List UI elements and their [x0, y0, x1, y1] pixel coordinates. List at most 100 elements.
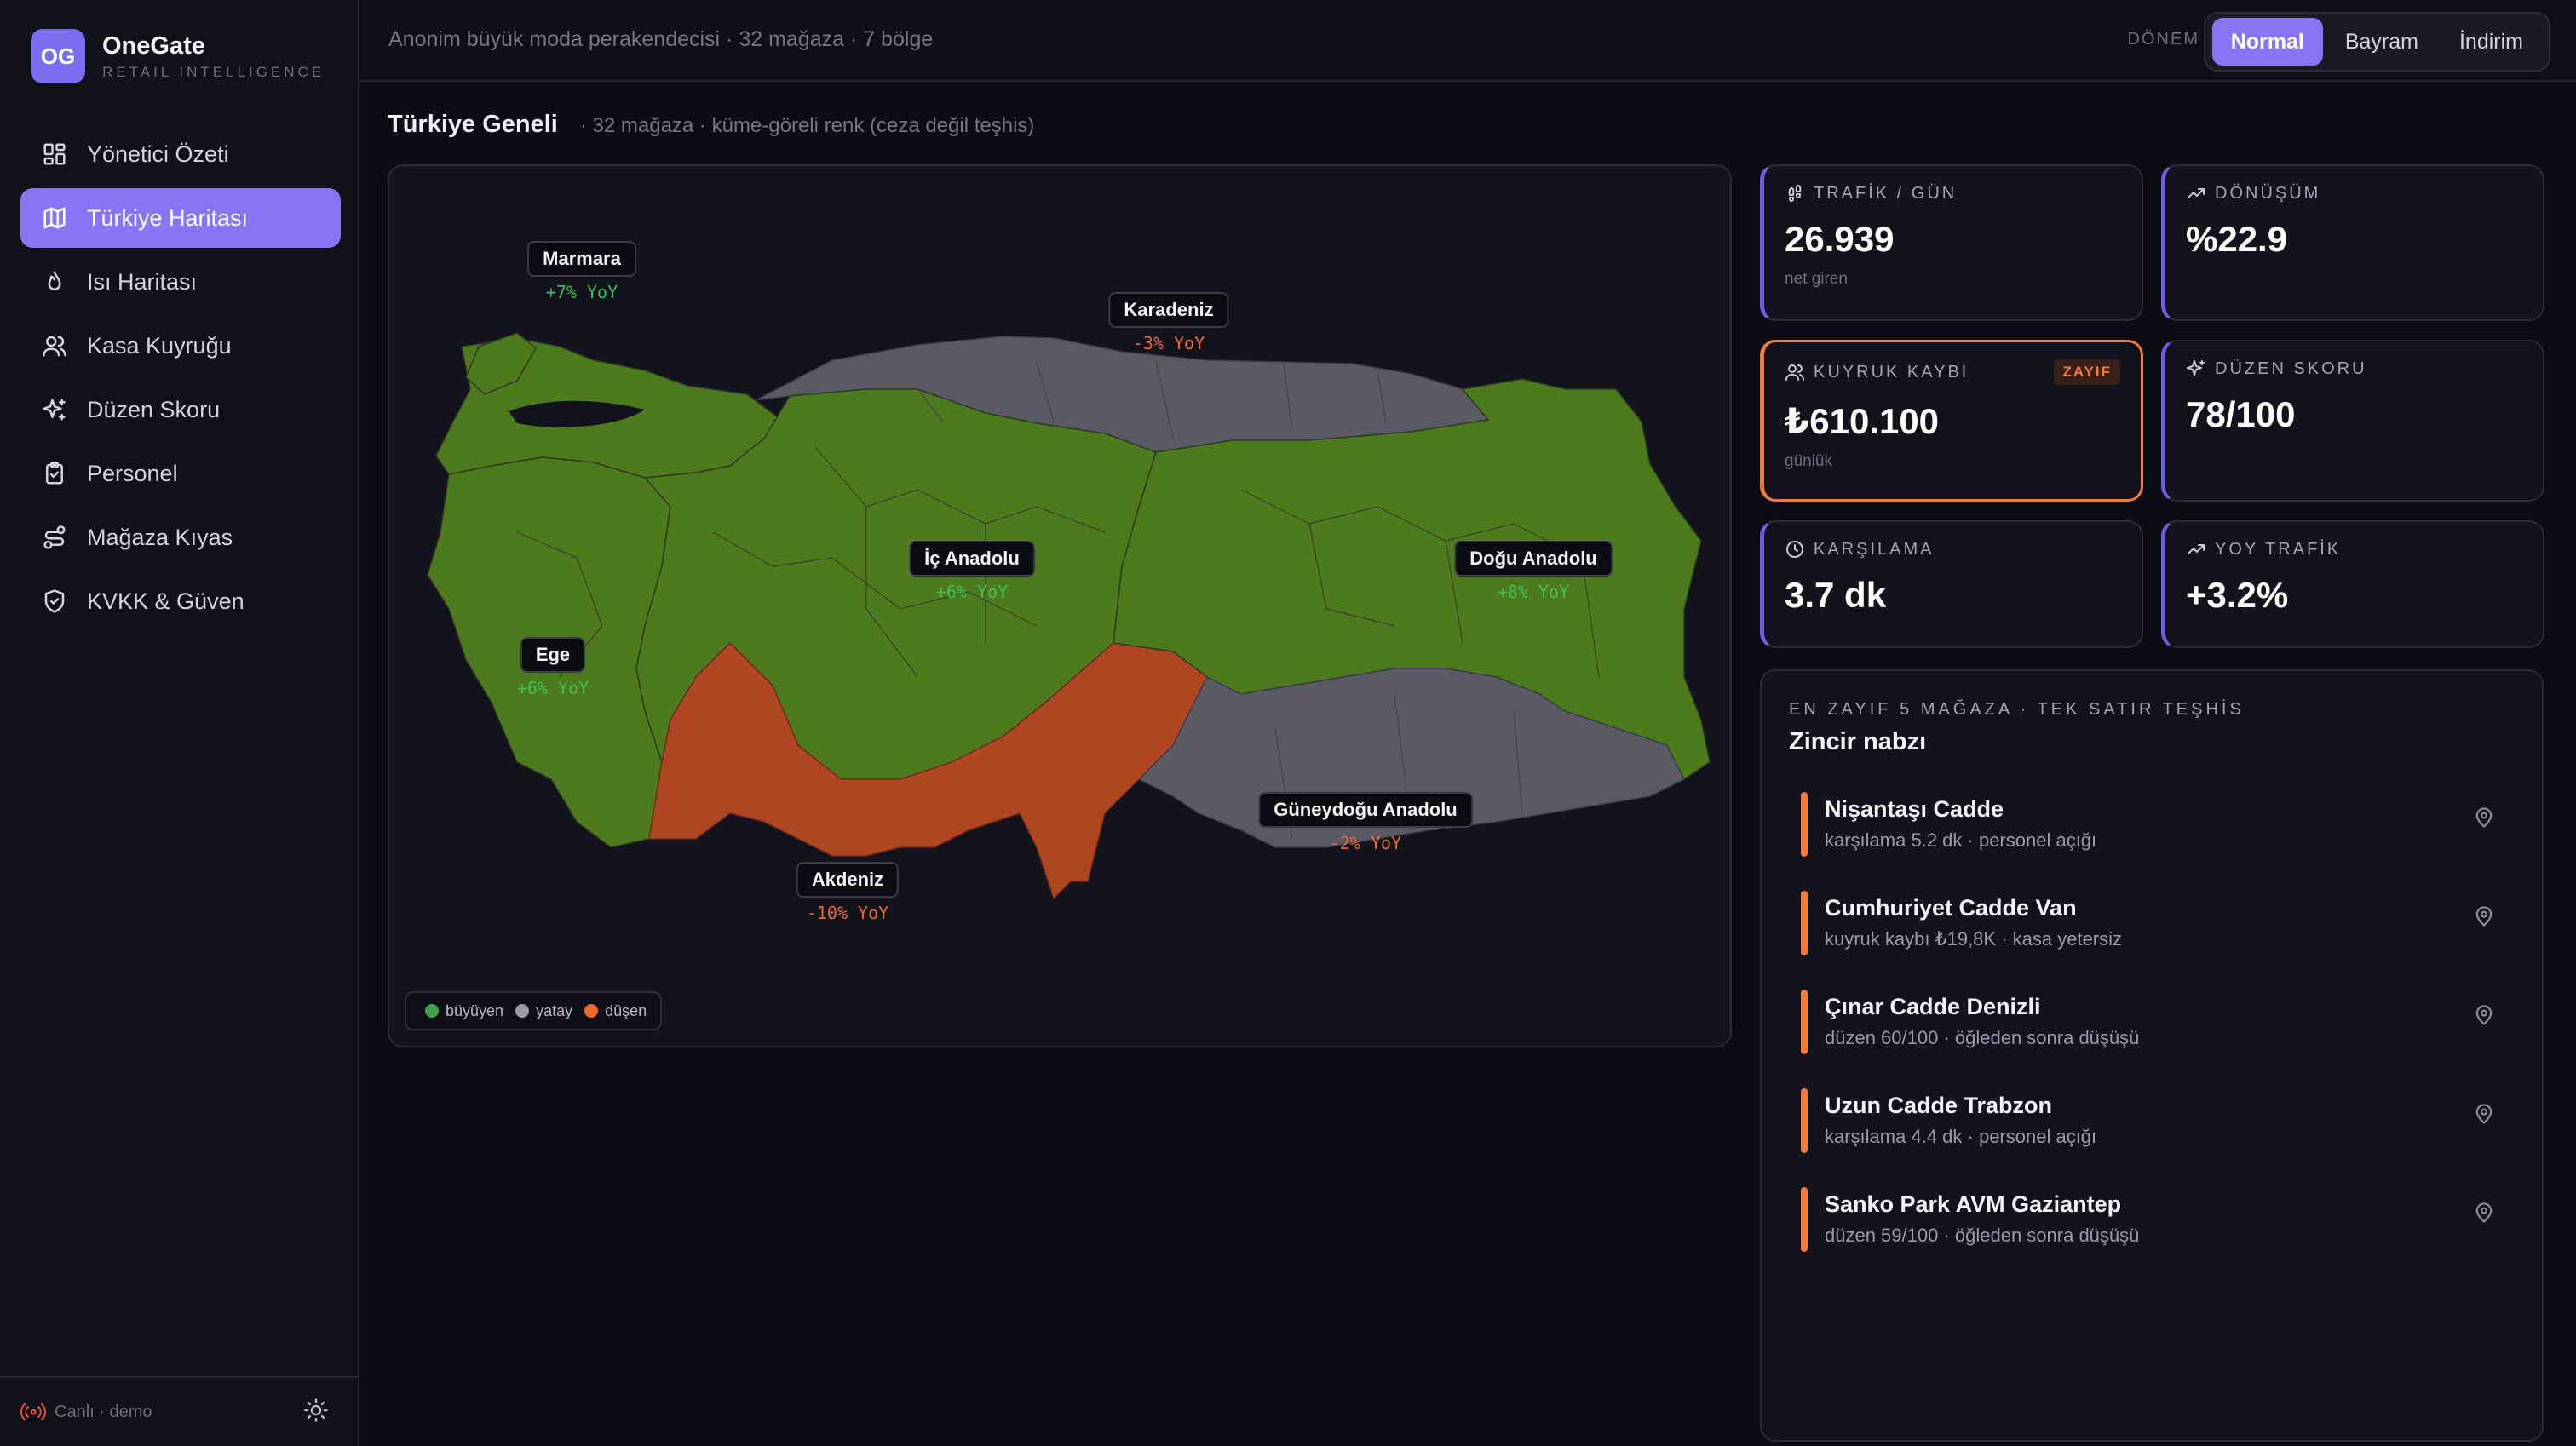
- brand-name: OneGate: [102, 32, 205, 60]
- sidebar-item-heatmap[interactable]: Isı Haritası: [20, 252, 341, 312]
- kpi-label-text: DÖNÜŞÜM: [2215, 183, 2321, 203]
- sidebar-item-turkey-map[interactable]: Türkiye Haritası: [20, 188, 341, 248]
- kpi-label-text: DÜZEN SKORU: [2215, 359, 2367, 378]
- severity-bar: [1801, 891, 1808, 955]
- users-icon: [41, 332, 68, 359]
- severity-bar: [1801, 990, 1808, 1054]
- footprints-icon: [1788, 185, 1802, 202]
- list-item[interactable]: Nişantaşı Cadde karşılama 5.2 dk · perso…: [1789, 782, 2515, 881]
- sun-icon[interactable]: [303, 1397, 329, 1427]
- sidebar-item-label: Yönetici Özeti: [87, 141, 229, 167]
- list-item[interactable]: Uzun Cadde Trabzon karşılama 4.4 dk · pe…: [1789, 1078, 2515, 1177]
- region-label-guneydogu-anadolu: Güneydoğu Anadolu -2% YoY: [1258, 792, 1473, 853]
- weakest-list: Nişantaşı Cadde karşılama 5.2 dk · perso…: [1789, 782, 2515, 1276]
- store-name: Çınar Cadde Denizli: [1825, 993, 2041, 1019]
- kpi-yoy-traffic[interactable]: YOY TRAFİK +3.2%: [2161, 520, 2544, 648]
- kpi-value: 26.939: [1785, 219, 1895, 259]
- kpi-label-text: TRAFİK / GÜN: [1814, 183, 1958, 203]
- weakest-stores-card: EN ZAYIF 5 MAĞAZA · TEK SATIR TEŞHİS Zin…: [1760, 669, 2544, 1442]
- period-normal-button[interactable]: Normal: [2211, 18, 2323, 66]
- clock-icon: [1786, 541, 1803, 558]
- store-name: Cumhuriyet Cadde Van: [1825, 894, 2077, 921]
- region-yoy: -2% YoY: [1329, 833, 1402, 853]
- sidebar-item-label: Kasa Kuyruğu: [87, 332, 232, 359]
- kpi-label-text: KUYRUK KAYBI: [1814, 362, 1969, 382]
- region-label-karadeniz: Karadeniz -3% YoY: [1108, 292, 1229, 353]
- list-item[interactable]: Sanko Park AVM Gaziantep düzen 59/100 · …: [1789, 1177, 2515, 1276]
- legend-dot-flat: [515, 1004, 530, 1018]
- region-yoy: +8% YoY: [1497, 582, 1570, 602]
- sidebar-nav: Yönetici Özeti Türkiye Haritası Isı Hari…: [20, 124, 341, 635]
- legend-flat: yatay: [536, 1001, 573, 1019]
- sidebar-item-store-compare[interactable]: Mağaza Kıyas: [20, 508, 341, 567]
- period-bayram-button[interactable]: Bayram: [2326, 18, 2437, 66]
- map-pin-icon[interactable]: [2472, 806, 2496, 834]
- store-diagnosis: karşılama 5.2 dk · personel açığı: [1825, 829, 2097, 851]
- region-name: Karadeniz: [1108, 292, 1229, 328]
- sidebar-item-label: Personel: [87, 460, 178, 486]
- region-yoy: -10% YoY: [806, 903, 889, 923]
- period-indirim-button[interactable]: İndirim: [2441, 18, 2542, 66]
- brand-logo: OG: [31, 29, 85, 83]
- legend-dot-growing: [425, 1004, 439, 1018]
- kpi-greeting-time[interactable]: KARŞILAMA 3.7 dk: [1760, 520, 2143, 648]
- region-name: Doğu Anadolu: [1454, 541, 1613, 577]
- store-name: Nişantaşı Cadde: [1825, 795, 2004, 822]
- region-label-ic-anadolu: İç Anadolu +6% YoY: [909, 541, 1035, 602]
- trending-up-icon: [2188, 544, 2205, 554]
- kpi-conversion[interactable]: DÖNÜŞÜM %22.9: [2161, 164, 2544, 321]
- kpi-value: 3.7 dk: [1785, 575, 1887, 615]
- kpi-traffic-per-day[interactable]: TRAFİK / GÜN 26.939 net giren: [1760, 164, 2143, 321]
- brand[interactable]: OG OneGate RETAIL INTELLIGENCE: [31, 29, 325, 83]
- page-subtitle: · 32 mağaza · küme-göreli renk (ceza değ…: [579, 114, 1035, 137]
- sidebar-item-label: Mağaza Kıyas: [87, 524, 233, 550]
- severity-bar: [1801, 1088, 1808, 1153]
- kpi-queue-loss[interactable]: KUYRUK KAYBI ZAYIF ₺610.100 günlük: [1760, 340, 2143, 502]
- sidebar-item-staff[interactable]: Personel: [20, 444, 341, 503]
- map-pin-icon[interactable]: [2472, 1201, 2496, 1229]
- map-icon: [41, 204, 68, 232]
- store-diagnosis: karşılama 4.4 dk · personel açığı: [1825, 1125, 2097, 1147]
- shield-check-icon: [41, 588, 68, 615]
- region-label-akdeniz: Akdeniz -10% YoY: [796, 862, 900, 923]
- kpi-sub: net giren: [1785, 270, 1848, 288]
- legend-dot-declining: [584, 1004, 599, 1018]
- sidebar-item-label: KVKK & Güven: [87, 588, 244, 614]
- severity-bar: [1801, 792, 1808, 857]
- section-header: Türkiye Geneli · 32 mağaza · küme-göreli…: [388, 111, 1034, 139]
- live-status: Canlı · demo: [20, 1402, 152, 1422]
- sidebar-item-layout-score[interactable]: Düzen Skoru: [20, 380, 341, 439]
- sidebar-item-label: Türkiye Haritası: [87, 204, 249, 231]
- kpi-label-text: YOY TRAFİK: [2215, 539, 2342, 559]
- legend-growing: büyüyen: [446, 1001, 504, 1019]
- region-yoy: +7% YoY: [545, 282, 618, 302]
- region-yoy: -3% YoY: [1132, 333, 1205, 353]
- weakest-title: Zincir nabzı: [1789, 728, 1927, 755]
- severity-bar: [1801, 1187, 1808, 1252]
- map-pin-icon[interactable]: [2472, 1003, 2496, 1031]
- region-label-ege: Ege +6% YoY: [517, 637, 589, 698]
- region-label-dogu-anadolu: Doğu Anadolu +8% YoY: [1454, 541, 1613, 602]
- region-name: Güneydoğu Anadolu: [1258, 792, 1473, 828]
- list-item[interactable]: Çınar Cadde Denizli düzen 60/100 · öğled…: [1789, 979, 2515, 1078]
- kpi-label-text: KARŞILAMA: [1814, 539, 1935, 559]
- map-pin-icon[interactable]: [2472, 1102, 2496, 1130]
- sidebar-item-kvkk-trust[interactable]: KVKK & Güven: [20, 571, 341, 631]
- kpi-value: +3.2%: [2186, 575, 2289, 615]
- trending-up-icon: [2188, 188, 2205, 198]
- weakest-eyebrow: EN ZAYIF 5 MAĞAZA · TEK SATIR TEŞHİS: [1789, 700, 2245, 719]
- region-yoy: +6% YoY: [516, 678, 589, 698]
- route-icon: [41, 524, 68, 551]
- sidebar-item-checkout-queue[interactable]: Kasa Kuyruğu: [20, 316, 341, 376]
- sidebar-item-executive-summary[interactable]: Yönetici Özeti: [20, 124, 341, 184]
- list-item[interactable]: Cumhuriyet Cadde Van kuyruk kaybı ₺19,8K…: [1789, 881, 2515, 979]
- kpi-value: %22.9: [2186, 219, 2288, 259]
- map-pin-icon[interactable]: [2472, 904, 2496, 932]
- sidebar-footer: Canlı · demo: [0, 1376, 359, 1446]
- sidebar-item-label: Isı Haritası: [87, 268, 198, 295]
- sparkles-icon: [2187, 360, 2205, 376]
- store-diagnosis: düzen 60/100 · öğleden sonra düşüşü: [1825, 1026, 2140, 1048]
- store-name: Sanko Park AVM Gaziantep: [1825, 1191, 2122, 1217]
- kpi-layout-score[interactable]: DÜZEN SKORU 78/100: [2161, 340, 2544, 502]
- sidebar-item-label: Düzen Skoru: [87, 396, 221, 422]
